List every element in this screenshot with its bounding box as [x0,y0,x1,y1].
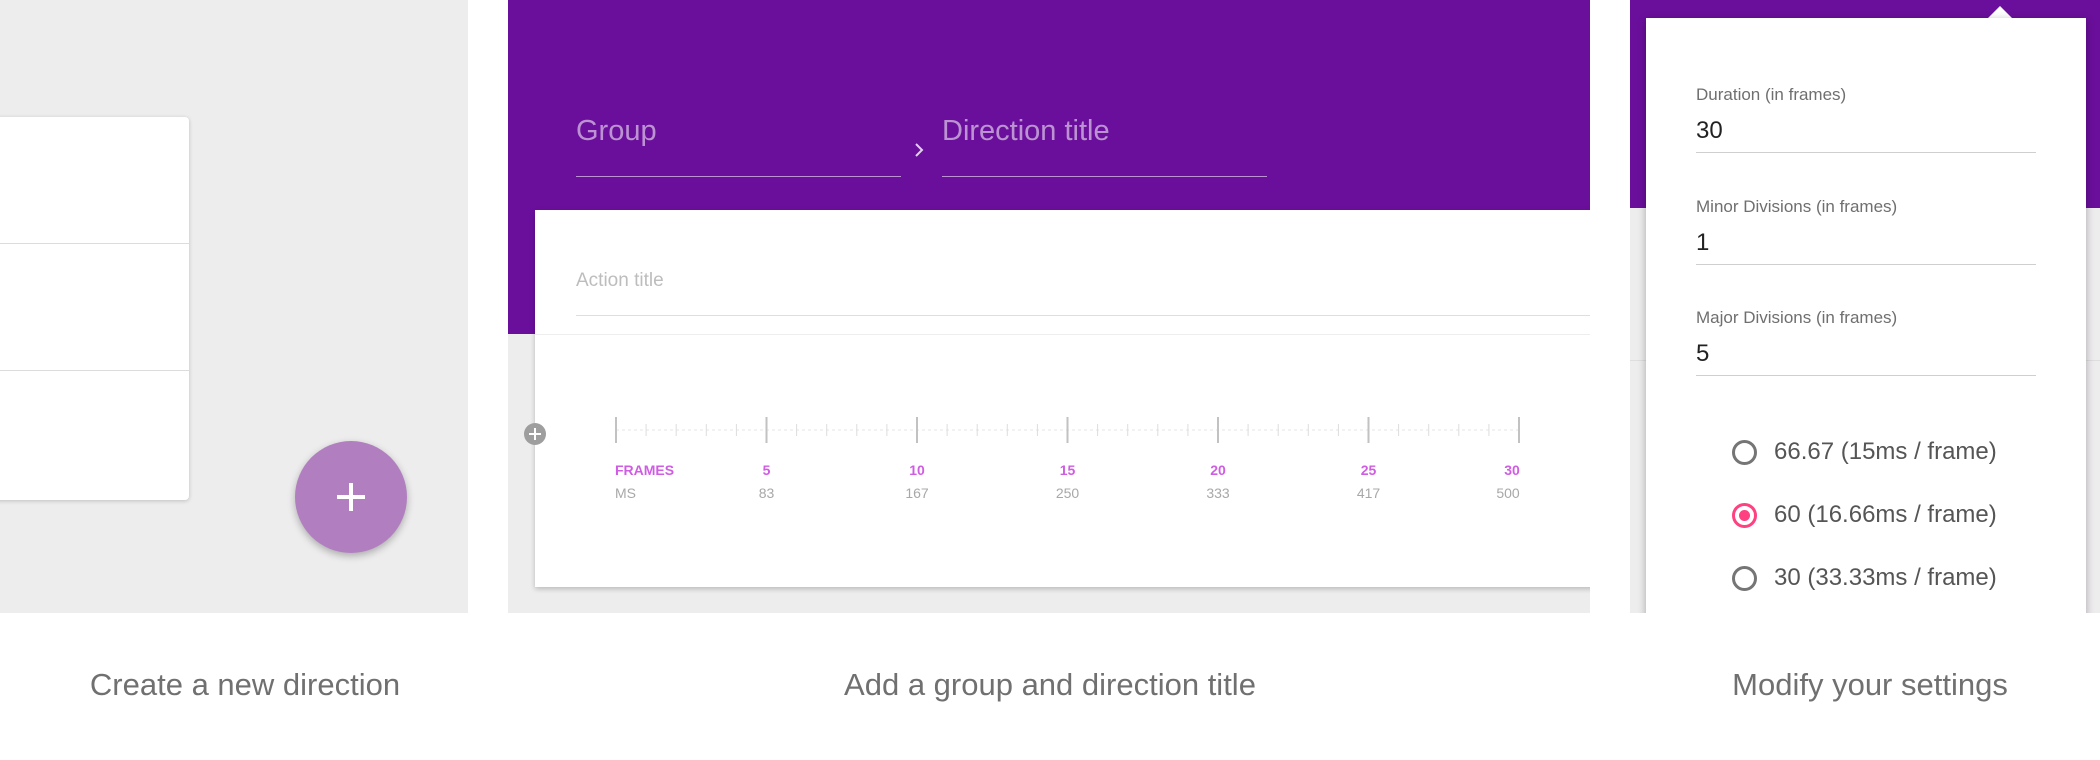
plus-icon [337,483,365,511]
duration-value[interactable]: 30 [1696,117,2036,145]
major-divisions-value[interactable]: 5 [1696,340,2036,368]
frames-label: FRAMES [615,462,674,478]
directions-list-card [0,117,189,500]
create-direction-panel [0,0,468,613]
duration-field[interactable]: Duration (in frames) 30 [1696,85,2036,153]
minor-divisions-label: Minor Divisions (in frames) [1696,197,1898,216]
frame-tick-label: 10 [909,462,925,478]
ms-tick-label: 500 [1496,485,1520,501]
fps-option-label: 66.67 (15ms / frame) [1774,438,1997,465]
fps-option-30[interactable]: 30 (33.33ms / frame) [1732,563,1997,593]
fps-option-60[interactable]: 60 (16.66ms / frame) [1732,500,1997,530]
group-title-panel: Group Direction title Action title FRAME… [508,0,1590,613]
minor-divisions-value[interactable]: 1 [1696,229,2036,257]
caption-step-3: Modify your settings [1732,667,2008,702]
list-item[interactable] [0,244,189,371]
major-divisions-field[interactable]: Major Divisions (in frames) 5 [1696,308,2036,376]
ms-label: MS [615,485,636,501]
ms-tick-label: 333 [1206,485,1230,501]
minor-divisions-field[interactable]: Minor Divisions (in frames) 1 [1696,197,2036,265]
list-item[interactable] [0,371,189,498]
settings-popover: Duration (in frames) 30 Minor Divisions … [1646,18,2086,613]
timeline-ruler: FRAMES MS 5 83 10 167 15 250 20 333 25 417 30 500 [615,417,1520,501]
ms-tick-label: 417 [1357,485,1381,501]
ms-tick-label: 83 [759,485,775,501]
add-direction-button[interactable] [295,441,407,553]
caption-step-2: Add a group and direction title [844,667,1256,702]
group-placeholder: Group [576,115,657,147]
radio-unchecked-icon[interactable] [1732,439,1757,465]
frame-tick-label: 5 [763,462,771,478]
chevron-right-icon [915,143,924,157]
fps-option-label: 30 (33.33ms / frame) [1774,564,1997,591]
frame-tick-label: 30 [1504,462,1520,478]
direction-title-input[interactable]: Direction title [942,115,1267,177]
direction-title-placeholder: Direction title [942,115,1110,147]
group-input[interactable]: Group [576,115,901,177]
list-item[interactable] [0,117,189,244]
caption-step-1: Create a new direction [89,667,401,702]
duration-label: Duration (in frames) [1696,85,1847,104]
ms-tick-label: 250 [1056,485,1080,501]
frame-tick-label: 20 [1210,462,1226,478]
fps-option-label: 60 (16.66ms / frame) [1774,501,1997,528]
settings-panel: Duration (in frames) 30 Minor Divisions … [1630,0,2100,613]
frame-tick-label: 25 [1361,462,1377,478]
ms-tick-label: 167 [905,485,929,501]
radio-checked-icon[interactable] [1732,502,1757,528]
major-divisions-label: Major Divisions (in frames) [1696,308,1898,327]
fps-option-66[interactable]: 66.67 (15ms / frame) [1732,437,1997,467]
frame-tick-label: 15 [1060,462,1076,478]
action-card: Action title FRAMES MS 5 83 10 167 15 250 20 333 2… [524,210,1590,587]
radio-unchecked-icon[interactable] [1732,565,1757,591]
